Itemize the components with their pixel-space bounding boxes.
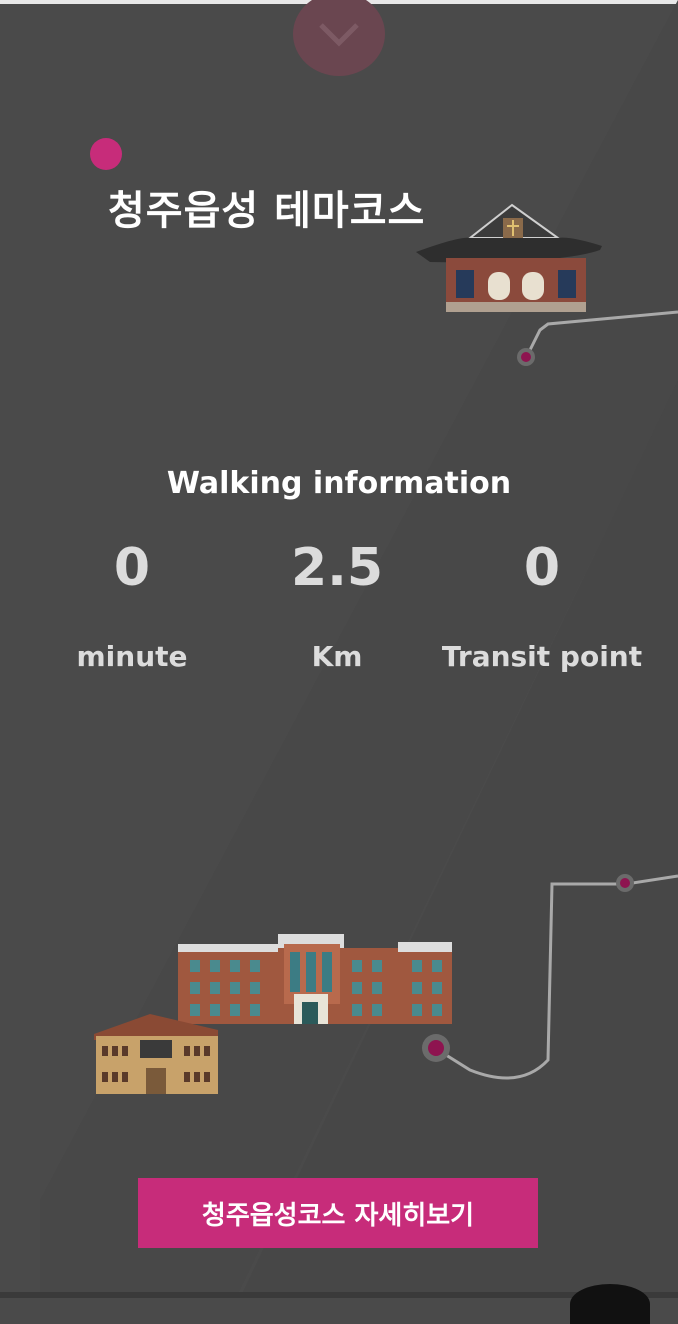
school-building-icon: [178, 934, 452, 1024]
small-building-icon: [94, 1014, 218, 1094]
distance-value: 2.5: [290, 538, 384, 598]
route-point-icon: [428, 1040, 444, 1056]
distance-label: Km: [311, 640, 363, 673]
duration-label: minute: [76, 640, 188, 673]
transit-label: Transit point: [441, 640, 643, 673]
title-accent-dot: [90, 138, 122, 170]
chevron-down-icon: [319, 23, 359, 47]
page-title: 청주읍성 테마코스: [108, 188, 426, 234]
floating-circle-button[interactable]: [570, 1284, 650, 1324]
route-point-icon: [521, 352, 531, 362]
course-detail-button[interactable]: 청주읍성코스 자세히보기: [138, 1178, 538, 1248]
route-point-icon: [620, 878, 630, 888]
duration-value: 0: [113, 538, 151, 598]
walking-info-title: Walking information: [166, 466, 512, 501]
transit-value: 0: [523, 538, 561, 598]
